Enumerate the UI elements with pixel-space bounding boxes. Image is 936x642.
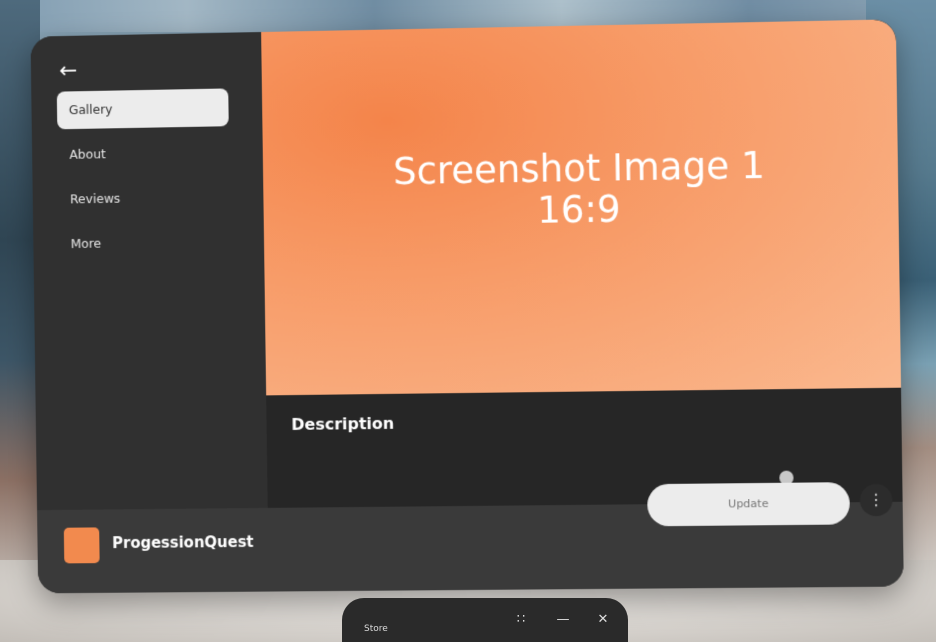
sidebar: ← Gallery About Reviews More (30, 32, 268, 511)
app-footer: ProgessionQuest Update ⋮ (37, 470, 904, 594)
description-heading: Description (291, 413, 395, 434)
gallery-screenshot[interactable]: Screenshot Image 1 16:9 (261, 19, 902, 396)
arrow-left-icon: ← (59, 58, 78, 84)
close-icon[interactable]: ✕ (594, 612, 612, 627)
resize-icon[interactable]: ∷ (512, 612, 530, 627)
sidebar-nav: Gallery About Reviews More (56, 88, 231, 270)
screenshot-title: Screenshot Image 1 (392, 143, 766, 193)
vertical-dots-icon: ⋮ (867, 489, 885, 510)
screenshot-aspect-ratio: 16:9 (536, 186, 621, 232)
taskbar-label: Store (364, 624, 388, 634)
minimize-icon[interactable]: — (554, 612, 572, 627)
back-button[interactable]: ← (54, 57, 82, 85)
sidebar-item-reviews[interactable]: Reviews (58, 178, 230, 219)
window-taskbar: Store ∷ — ✕ (342, 598, 628, 642)
sidebar-item-gallery[interactable]: Gallery (56, 88, 229, 130)
sidebar-item-more[interactable]: More (59, 223, 231, 263)
store-panel: ← Gallery About Reviews More Screenshot … (30, 19, 904, 594)
update-button[interactable]: Update (647, 482, 851, 527)
app-name: ProgessionQuest (112, 532, 254, 553)
more-options-button[interactable]: ⋮ (859, 483, 893, 517)
sidebar-item-about[interactable]: About (57, 133, 229, 174)
app-icon (63, 527, 100, 564)
